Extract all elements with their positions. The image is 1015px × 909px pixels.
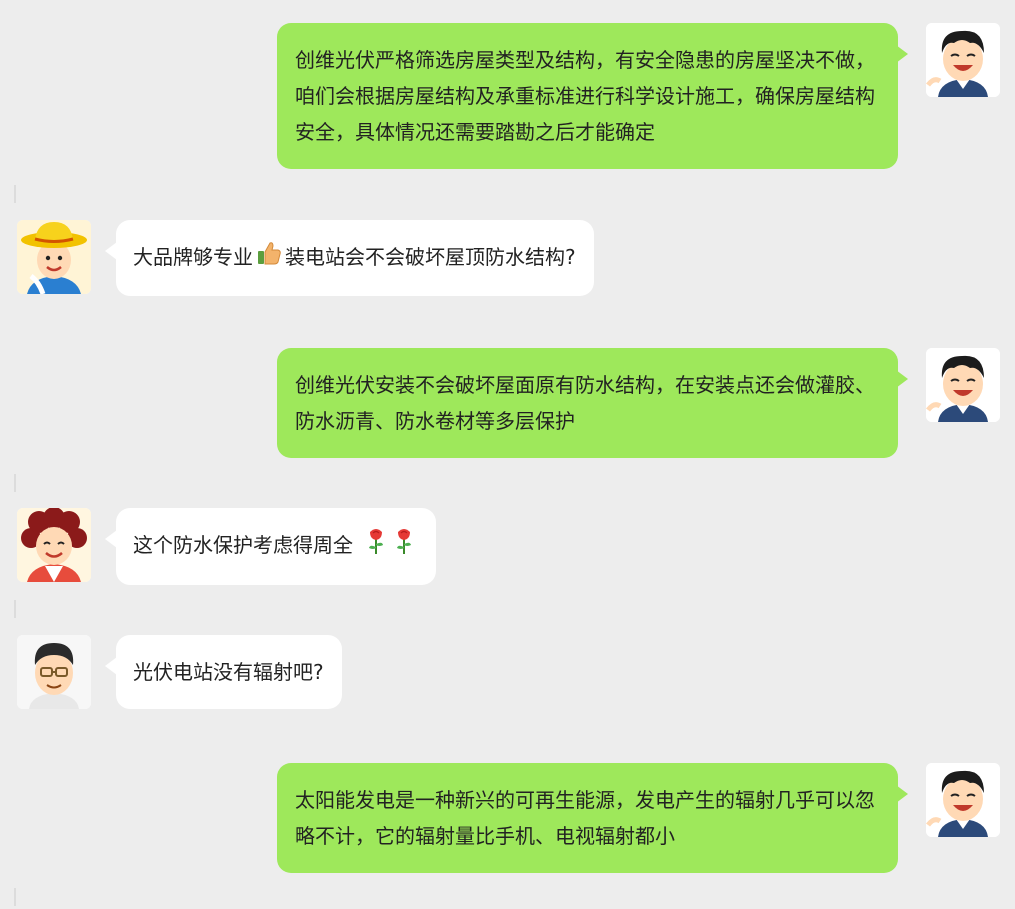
divider bbox=[14, 888, 16, 906]
rose-icon bbox=[393, 527, 415, 566]
message-bubble[interactable]: 光伏电站没有辐射吧? bbox=[116, 635, 342, 709]
bubble-tail bbox=[896, 785, 908, 803]
message-text-after: 装电站会不会破坏屋顶防水结构? bbox=[285, 245, 576, 269]
farmer-avatar[interactable] bbox=[17, 220, 91, 294]
message-bubble[interactable]: 创维光伏严格筛选房屋类型及结构，有安全隐患的房屋坚决不做，咱们会根据房屋结构及承… bbox=[277, 23, 898, 169]
boy-avatar[interactable] bbox=[926, 348, 1000, 422]
message-text: 光伏电站没有辐射吧? bbox=[133, 660, 324, 684]
message-bubble[interactable]: 创维光伏安装不会破坏屋面原有防水结构，在安装点还会做灌胶、防水沥青、防水卷材等多… bbox=[277, 348, 898, 458]
message-text: 创维光伏安装不会破坏屋面原有防水结构，在安装点还会做灌胶、防水沥青、防水卷材等多… bbox=[295, 373, 875, 433]
message-bubble[interactable]: 大品牌够专业 装电站会不会破坏屋顶防水结构? bbox=[116, 220, 594, 296]
message-text: 太阳能发电是一种新兴的可再生能源，发电产生的辐射几乎可以忽略不计，它的辐射量比手… bbox=[295, 788, 875, 848]
auntie-avatar[interactable] bbox=[17, 508, 91, 582]
divider bbox=[14, 474, 16, 492]
message-text: 创维光伏严格筛选房屋类型及结构，有安全隐患的房屋坚决不做，咱们会根据房屋结构及承… bbox=[295, 48, 875, 144]
message-text: 大品牌够专业 bbox=[133, 245, 253, 269]
bubble-tail bbox=[896, 45, 908, 63]
message-bubble[interactable]: 这个防水保护考虑得周全 bbox=[116, 508, 436, 585]
rose-icon bbox=[365, 527, 387, 566]
uncle-avatar[interactable] bbox=[17, 635, 91, 709]
message-bubble[interactable]: 太阳能发电是一种新兴的可再生能源，发电产生的辐射几乎可以忽略不计，它的辐射量比手… bbox=[277, 763, 898, 873]
divider bbox=[14, 600, 16, 618]
thumbs-up-icon bbox=[256, 240, 282, 277]
boy-avatar[interactable] bbox=[926, 23, 1000, 97]
divider bbox=[14, 185, 16, 203]
boy-avatar[interactable] bbox=[926, 763, 1000, 837]
message-text: 这个防水保护考虑得周全 bbox=[133, 533, 353, 557]
bubble-tail bbox=[896, 370, 908, 388]
